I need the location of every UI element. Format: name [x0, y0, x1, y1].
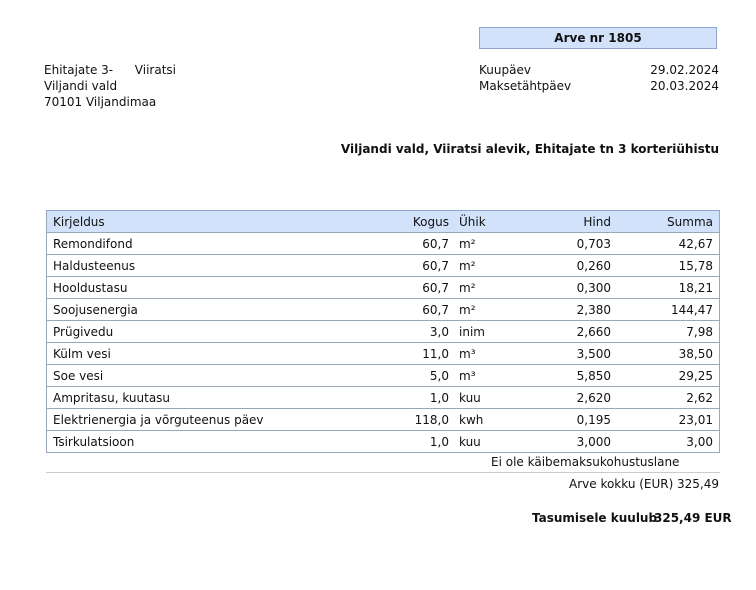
cell-description: Hooldustasu [46, 276, 373, 299]
invoice-title: Arve nr 1805 [479, 27, 717, 49]
cell-sum: 23,01 [617, 408, 720, 431]
cell-unit: kwh [455, 408, 525, 431]
header-description: Kirjeldus [46, 210, 373, 233]
address-settlement: Viiratsi [134, 63, 176, 77]
cell-quantity: 60,7 [373, 298, 455, 321]
cell-quantity: 11,0 [373, 342, 455, 365]
address-line-2: Viljandi vald [44, 79, 118, 93]
cell-price: 0,703 [525, 232, 617, 255]
cell-quantity: 60,7 [373, 254, 455, 277]
invoice-items-table: Kirjeldus Kogus Ühik Hind Summa Remondif… [46, 210, 720, 453]
cell-description: Haldusteenus [46, 254, 373, 277]
header-unit: Ühik [455, 210, 525, 233]
cell-quantity: 118,0 [373, 408, 455, 431]
cell-description: Elektrienergia ja võrguteenus päev [46, 408, 373, 431]
cell-unit: m² [455, 276, 525, 299]
cell-sum: 2,62 [617, 386, 720, 409]
cell-description: Prügivedu [46, 320, 373, 343]
amount-due-label: Tasumisele kuulub [532, 511, 658, 525]
cell-sum: 38,50 [617, 342, 720, 365]
invoice-total-value: 325,49 [677, 477, 719, 491]
cell-unit: inim [455, 320, 525, 343]
cell-price: 5,850 [525, 364, 617, 387]
cell-sum: 29,25 [617, 364, 720, 387]
cell-sum: 7,98 [617, 320, 720, 343]
vat-note: Ei ole käibemaksukohustuslane [491, 455, 680, 469]
table-row: Tsirkulatsioon 1,0 kuu 3,000 3,00 [46, 430, 720, 453]
invoice-date-label: Kuupäev [479, 63, 531, 77]
cell-unit: m² [455, 254, 525, 277]
cell-price: 2,620 [525, 386, 617, 409]
table-row: Külm vesi 11,0 m³ 3,500 38,50 [46, 342, 720, 365]
address-line-1: Ehitajate 3- Viiratsi [44, 63, 176, 77]
cell-sum: 15,78 [617, 254, 720, 277]
cell-quantity: 60,7 [373, 232, 455, 255]
invoice-total-label: Arve kokku (EUR) [569, 477, 674, 491]
cell-sum: 3,00 [617, 430, 720, 453]
cell-description: Külm vesi [46, 342, 373, 365]
cell-quantity: 60,7 [373, 276, 455, 299]
cell-description: Tsirkulatsioon [46, 430, 373, 453]
table-row: Soe vesi 5,0 m³ 5,850 29,25 [46, 364, 720, 387]
amount-due-value: 325,49 EUR [654, 511, 732, 525]
cell-price: 3,500 [525, 342, 617, 365]
table-row: Hooldustasu 60,7 m² 0,300 18,21 [46, 276, 720, 299]
cell-unit: kuu [455, 430, 525, 453]
cell-sum: 144,47 [617, 298, 720, 321]
address-line-3: 70101 Viljandimaa [44, 95, 157, 109]
header-quantity: Kogus [373, 210, 455, 233]
cell-unit: m³ [455, 364, 525, 387]
cell-sum: 18,21 [617, 276, 720, 299]
cell-price: 0,195 [525, 408, 617, 431]
cell-price: 2,380 [525, 298, 617, 321]
association-name: Viljandi vald, Viiratsi alevik, Ehitajat… [340, 142, 719, 156]
invoice-date-value: 29.02.2024 [650, 63, 719, 77]
cell-price: 0,300 [525, 276, 617, 299]
cell-unit: m² [455, 298, 525, 321]
header-sum: Summa [617, 210, 720, 233]
cell-price: 3,000 [525, 430, 617, 453]
table-row: Remondifond 60,7 m² 0,703 42,67 [46, 232, 720, 255]
table-row: Prügivedu 3,0 inim 2,660 7,98 [46, 320, 720, 343]
due-date-value: 20.03.2024 [650, 79, 719, 93]
table-row: Haldusteenus 60,7 m² 0,260 15,78 [46, 254, 720, 277]
cell-quantity: 1,0 [373, 430, 455, 453]
table-row: Soojusenergia 60,7 m² 2,380 144,47 [46, 298, 720, 321]
cell-description: Ampritasu, kuutasu [46, 386, 373, 409]
cell-sum: 42,67 [617, 232, 720, 255]
table-header-row: Kirjeldus Kogus Ühik Hind Summa [46, 210, 720, 233]
header-price: Hind [525, 210, 617, 233]
due-date-label: Maksetähtpäev [479, 79, 572, 93]
cell-description: Soe vesi [46, 364, 373, 387]
cell-price: 2,660 [525, 320, 617, 343]
cell-description: Soojusenergia [46, 298, 373, 321]
address-street: Ehitajate 3- [44, 63, 114, 77]
cell-quantity: 5,0 [373, 364, 455, 387]
cell-unit: kuu [455, 386, 525, 409]
cell-unit: m³ [455, 342, 525, 365]
cell-unit: m² [455, 232, 525, 255]
totals-divider [46, 472, 720, 473]
cell-quantity: 3,0 [373, 320, 455, 343]
table-row: Elektrienergia ja võrguteenus päev 118,0 k… [46, 408, 720, 431]
table-row: Ampritasu, kuutasu 1,0 kuu 2,620 2,62 [46, 386, 720, 409]
cell-price: 0,260 [525, 254, 617, 277]
cell-description: Remondifond [46, 232, 373, 255]
cell-quantity: 1,0 [373, 386, 455, 409]
